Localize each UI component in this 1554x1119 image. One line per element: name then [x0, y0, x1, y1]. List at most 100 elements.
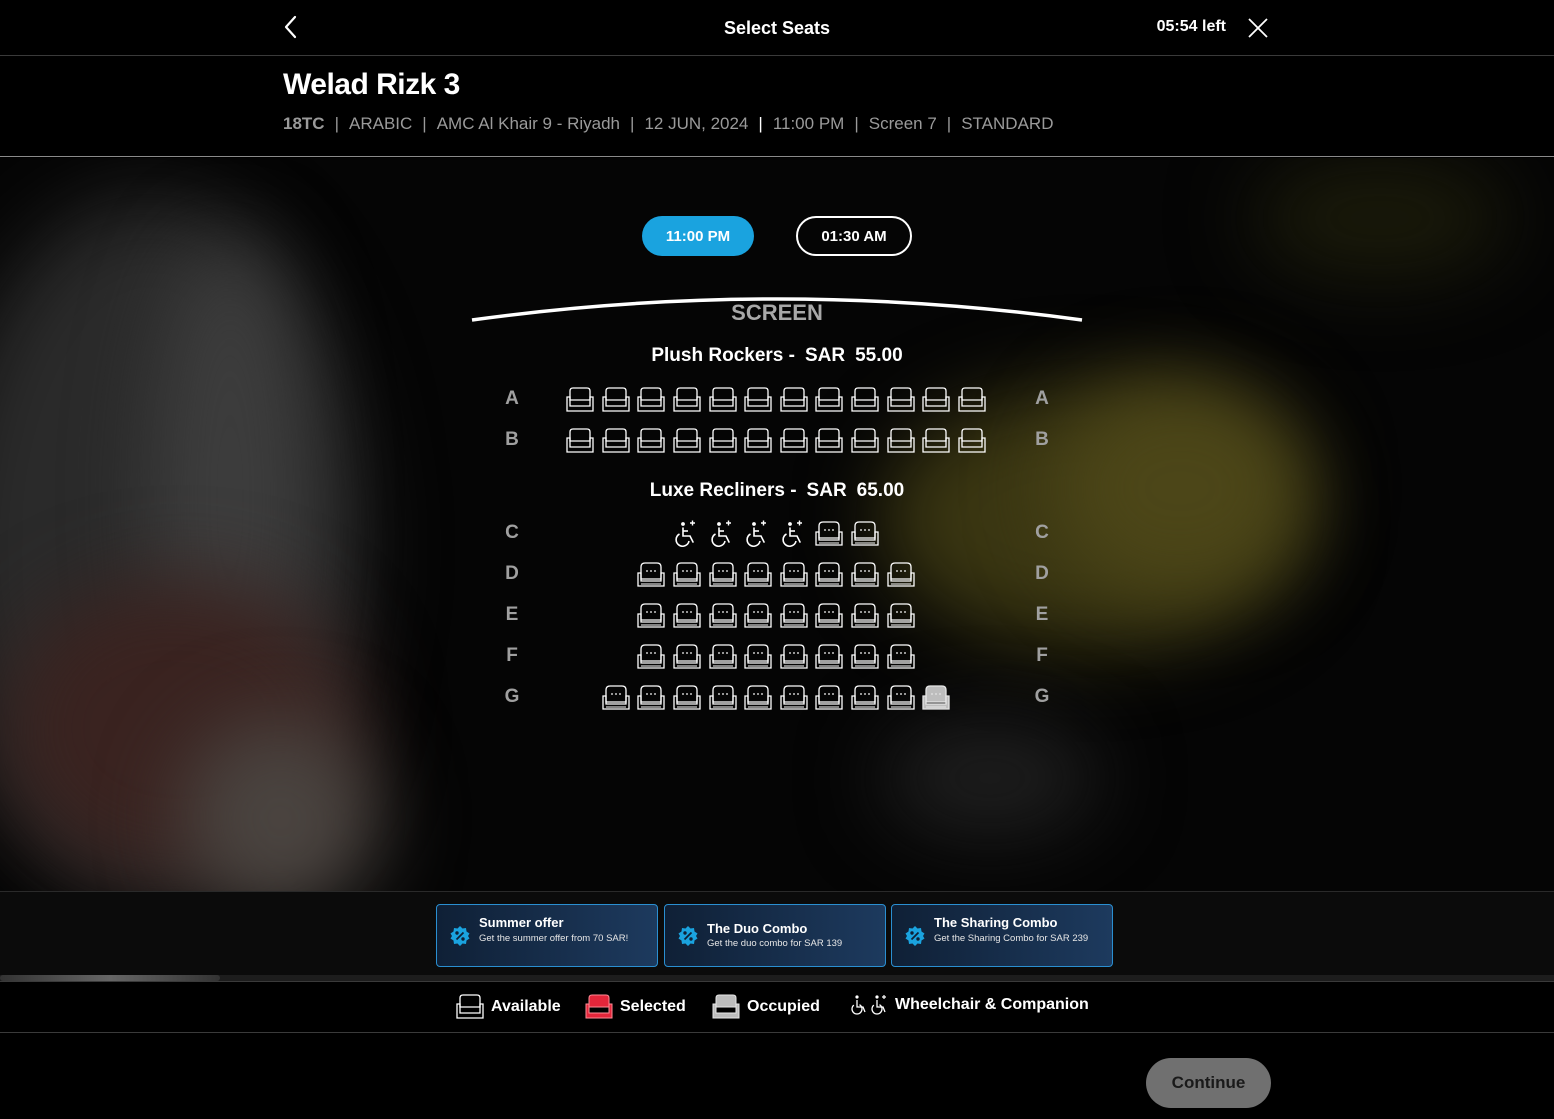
cinema-name: AMC Al Khair 9 - Riyadh [436, 114, 621, 133]
seat-selected-icon [585, 994, 613, 1019]
seat-F7[interactable] [850, 644, 880, 670]
seat-F4[interactable] [743, 644, 773, 670]
seat-B4[interactable] [672, 428, 702, 454]
percent-icon [450, 926, 470, 946]
seat-B2[interactable] [601, 428, 631, 454]
seat-F1[interactable] [636, 644, 666, 670]
offer-card-summer[interactable]: Summer offer Get the summer offer from 7… [436, 904, 658, 967]
meta-separator: | [422, 114, 427, 133]
seat-D4[interactable] [743, 562, 773, 588]
seat-A3[interactable] [636, 387, 666, 413]
section-name: Luxe Recliners - [649, 480, 797, 501]
seat-D8[interactable] [886, 562, 916, 588]
seat-A2[interactable] [601, 387, 631, 413]
row-label-right: D [1035, 563, 1049, 584]
seat-E3[interactable] [708, 603, 738, 629]
seat-F3[interactable] [708, 644, 738, 670]
seat-E7[interactable] [850, 603, 880, 629]
row-label-left: B [505, 429, 519, 450]
row-label-left: C [505, 522, 519, 543]
section-price: 55.00 [855, 345, 903, 366]
seat-D5[interactable] [779, 562, 809, 588]
wheelchair-seat-C1[interactable] [673, 519, 701, 547]
close-button[interactable] [1245, 15, 1271, 41]
seat-A7[interactable] [779, 387, 809, 413]
seat-A8[interactable] [814, 387, 844, 413]
seat-F8[interactable] [886, 644, 916, 670]
seat-G7[interactable] [814, 685, 844, 711]
seat-E2[interactable] [672, 603, 702, 629]
seat-B12[interactable] [957, 428, 987, 454]
movie-title: Welad Rizk 3 [283, 68, 460, 101]
seat-A6[interactable] [743, 387, 773, 413]
seat-B6[interactable] [743, 428, 773, 454]
seat-B8[interactable] [814, 428, 844, 454]
page-title: Select Seats [723, 18, 831, 38]
seat-legend: Available Selected Occupied Wheelchair &… [0, 981, 1554, 1033]
seat-E8[interactable] [886, 603, 916, 629]
seat-G5[interactable] [743, 685, 773, 711]
offer-card-duo-combo[interactable]: The Duo Combo Get the duo combo for SAR … [664, 904, 886, 967]
seat-E5[interactable] [779, 603, 809, 629]
seat-F6[interactable] [814, 644, 844, 670]
percent-icon [678, 926, 698, 946]
row-label-right: A [1035, 388, 1049, 409]
section-price: 65.00 [856, 480, 905, 501]
continue-button[interactable]: Continue [1146, 1058, 1271, 1108]
seat-C5[interactable] [814, 521, 844, 547]
seat-B1[interactable] [565, 428, 595, 454]
seat-G3[interactable] [672, 685, 702, 711]
row-label-right: C [1035, 522, 1049, 543]
seat-A1[interactable] [565, 387, 595, 413]
seat-B9[interactable] [850, 428, 880, 454]
seat-G2[interactable] [636, 685, 666, 711]
seat-A4[interactable] [672, 387, 702, 413]
wheelchair-seat-C3[interactable] [744, 519, 772, 547]
close-icon [1248, 18, 1268, 38]
showtime-chip[interactable]: 01:30 AM [796, 216, 912, 256]
seat-D2[interactable] [672, 562, 702, 588]
offer-card-sharing-combo[interactable]: The Sharing Combo Get the Sharing Combo … [891, 904, 1113, 967]
row-label-right: G [1034, 686, 1050, 707]
seat-F5[interactable] [779, 644, 809, 670]
seat-B7[interactable] [779, 428, 809, 454]
seat-D3[interactable] [708, 562, 738, 588]
seat-D1[interactable] [636, 562, 666, 588]
seat-D7[interactable] [850, 562, 880, 588]
screen-number: Screen 7 [868, 114, 937, 133]
seat-G9[interactable] [886, 685, 916, 711]
age-rating: 18TC [283, 114, 325, 133]
seat-B10[interactable] [886, 428, 916, 454]
seat-available-icon [456, 994, 484, 1019]
wheelchair-seat-C4[interactable] [780, 519, 808, 547]
seat-B5[interactable] [708, 428, 738, 454]
meta-separator: | [946, 114, 952, 133]
seat-B3[interactable] [636, 428, 666, 454]
seat-E1[interactable] [636, 603, 666, 629]
seat-C6[interactable] [850, 521, 880, 547]
seat-A9[interactable] [850, 387, 880, 413]
offer-description: Get the Sharing Combo for SAR 239 [934, 933, 1089, 944]
seat-A12[interactable] [957, 387, 987, 413]
seat-B11[interactable] [921, 428, 951, 454]
seat-G6[interactable] [779, 685, 809, 711]
seat-A11[interactable] [921, 387, 951, 413]
meta-separator: | [758, 114, 763, 133]
section-currency: SAR [804, 345, 846, 366]
row-label-left: F [506, 645, 518, 666]
movie-info-header: Welad Rizk 3 18TC | ARABIC | AMC Al Khai… [0, 56, 1554, 157]
seat-E4[interactable] [743, 603, 773, 629]
screen-label: SCREEN [731, 300, 823, 325]
seat-G4[interactable] [708, 685, 738, 711]
seat-F2[interactable] [672, 644, 702, 670]
seat-G8[interactable] [850, 685, 880, 711]
wheelchair-seat-C2[interactable] [709, 519, 737, 547]
seat-D6[interactable] [814, 562, 844, 588]
meta-separator: | [334, 114, 339, 133]
seat-G1[interactable] [601, 685, 631, 711]
seat-A10[interactable] [886, 387, 916, 413]
seat-E6[interactable] [814, 603, 844, 629]
showtime-chip-selected[interactable]: 11:00 PM [642, 216, 754, 256]
seat-A5[interactable] [708, 387, 738, 413]
legend-occupied: Occupied [711, 994, 820, 1020]
